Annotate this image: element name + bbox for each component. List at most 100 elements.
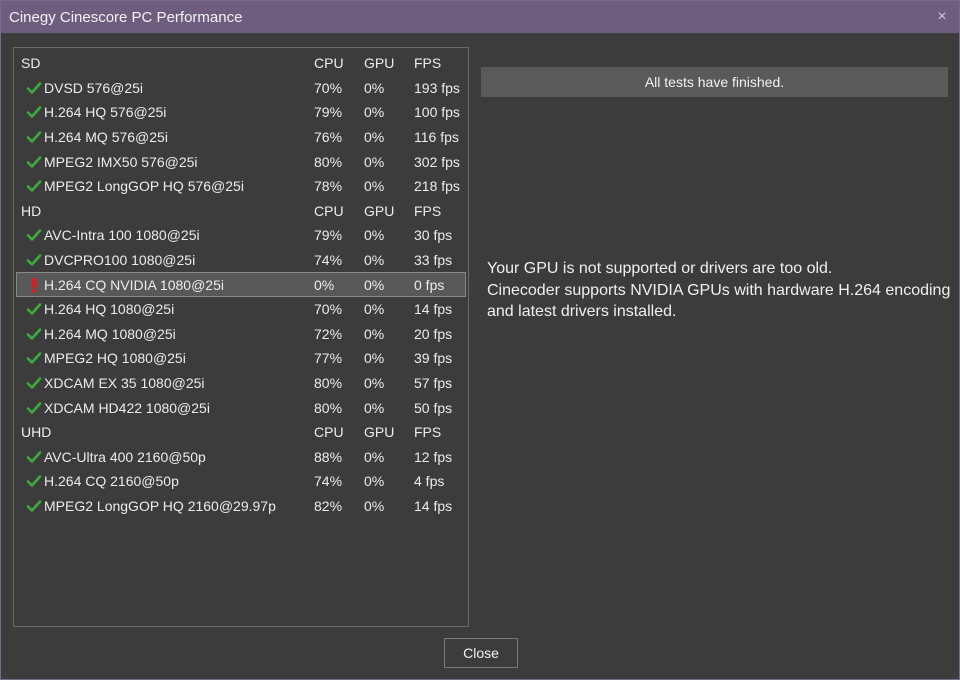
test-name: H.264 CQ NVIDIA 1080@25i (44, 276, 224, 293)
test-name: MPEG2 LongGOP HQ 576@25i (44, 178, 244, 195)
list-item[interactable]: DVSD 576@25i 70% 0% 193 fps (14, 76, 468, 101)
section-header-uhd: UHD CPU GPU FPS (14, 420, 468, 445)
gpu-message-line: and latest drivers installed. (487, 303, 677, 320)
check-icon (26, 80, 42, 96)
check-icon (26, 473, 42, 489)
warning-icon (26, 277, 42, 293)
check-icon (26, 252, 42, 268)
gpu-column-header: GPU (364, 424, 395, 441)
check-icon (26, 129, 42, 145)
gpu-value: 0% (364, 104, 385, 121)
window-title: Cinegy Cinescore PC Performance (9, 8, 243, 26)
cpu-value: 70% (314, 301, 343, 318)
list-item[interactable]: MPEG2 HQ 1080@25i 77% 0% 39 fps (14, 346, 468, 371)
fps-value: 14 fps (414, 301, 453, 318)
cpu-value: 80% (314, 399, 343, 416)
test-name: DVSD 576@25i (44, 79, 144, 96)
test-name: XDCAM EX 35 1080@25i (44, 375, 205, 392)
gpu-message-line: Cinecoder supports NVIDIA GPUs with hard… (487, 281, 951, 299)
cpu-column-header: CPU (314, 55, 344, 72)
gpu-column-header: GPU (364, 55, 395, 72)
section-title: UHD (21, 424, 52, 441)
gpu-value: 0% (364, 350, 385, 367)
fps-column-header: FPS (414, 424, 442, 441)
gpu-value: 0% (364, 448, 385, 465)
status-bar: All tests have finished. (481, 67, 948, 97)
gpu-value: 0% (364, 252, 385, 269)
cpu-value: 80% (314, 375, 343, 392)
gpu-value: 0% (364, 178, 385, 195)
test-name: MPEG2 LongGOP HQ 2160@29.97p (44, 497, 276, 514)
check-icon (26, 326, 42, 342)
cpu-column-header: CPU (314, 424, 344, 441)
list-item[interactable]: H.264 HQ 1080@25i 70% 0% 14 fps (14, 297, 468, 322)
gpu-value: 0% (364, 129, 385, 146)
fps-value: 4 fps (414, 473, 445, 490)
section-header-sd: SD CPU GPU FPS (14, 51, 468, 76)
check-icon (26, 301, 42, 317)
gpu-value: 0% (364, 399, 385, 416)
fps-value: 14 fps (414, 497, 453, 514)
check-icon (26, 227, 42, 243)
list-item[interactable]: DVCPRO100 1080@25i 74% 0% 33 fps (14, 248, 468, 273)
list-item[interactable]: MPEG2 IMX50 576@25i 80% 0% 302 fps (14, 149, 468, 174)
gpu-value: 0% (364, 325, 385, 342)
performance-window: Cinegy Cinescore PC Performance × SD CPU G… (0, 0, 960, 680)
gpu-value: 0% (364, 79, 385, 96)
cpu-value: 82% (314, 497, 343, 514)
cpu-value: 70% (314, 79, 343, 96)
fps-value: 12 fps (414, 448, 453, 465)
list-item[interactable]: H.264 MQ 576@25i 76% 0% 116 fps (14, 125, 468, 150)
cpu-value: 79% (314, 104, 343, 121)
list-item[interactable]: AVC-Ultra 400 2160@50p 88% 0% 12 fps (14, 445, 468, 470)
fps-value: 50 fps (414, 399, 453, 416)
check-icon (26, 154, 42, 170)
cpu-value: 0% (314, 276, 335, 293)
fps-value: 39 fps (414, 350, 453, 367)
gpu-value: 0% (364, 227, 385, 244)
check-icon (26, 104, 42, 120)
test-name: H.264 CQ 2160@50p (44, 473, 179, 490)
gpu-value: 0% (364, 375, 385, 392)
list-item[interactable]: XDCAM HD422 1080@25i 80% 0% 50 fps (14, 395, 468, 420)
results-list[interactable]: SD CPU GPU FPS DVSD 576@25i 70% 0% 193 fps H.264… (13, 47, 469, 627)
test-name: MPEG2 IMX50 576@25i (44, 153, 198, 170)
fps-value: 100 fps (414, 104, 460, 121)
fps-column-header: FPS (414, 55, 442, 72)
gpu-value: 0% (364, 473, 385, 490)
section-title: SD (21, 55, 41, 72)
section-header-hd: HD CPU GPU FPS (14, 199, 468, 224)
cpu-value: 88% (314, 448, 343, 465)
gpu-column-header: GPU (364, 202, 395, 219)
test-name: H.264 MQ 1080@25i (44, 325, 176, 342)
cpu-value: 74% (314, 252, 343, 269)
list-item[interactable]: AVC-Intra 100 1080@25i 79% 0% 30 fps (14, 223, 468, 248)
cpu-value: 79% (314, 227, 343, 244)
test-name: AVC-Ultra 400 2160@50p (44, 448, 206, 465)
cpu-value: 74% (314, 473, 343, 490)
cpu-value: 76% (314, 129, 343, 146)
check-icon (26, 498, 42, 514)
gpu-value: 0% (364, 153, 385, 170)
list-item[interactable]: H.264 HQ 576@25i 79% 0% 100 fps (14, 100, 468, 125)
close-button[interactable]: Close (444, 638, 518, 668)
cpu-value: 72% (314, 325, 343, 342)
test-name: H.264 HQ 576@25i (44, 104, 167, 121)
cpu-column-header: CPU (314, 202, 344, 219)
gpu-message: Your GPU is not supported or drivers are… (487, 258, 951, 323)
list-item[interactable]: H.264 CQ 2160@50p 74% 0% 4 fps (14, 469, 468, 494)
list-item[interactable]: MPEG2 LongGOP HQ 2160@29.97p 82% 0% 14 fps (14, 494, 468, 519)
test-name: H.264 MQ 576@25i (44, 129, 168, 146)
fps-value: 302 fps (414, 153, 460, 170)
list-item[interactable]: H.264 MQ 1080@25i 72% 0% 20 fps (14, 322, 468, 347)
list-item[interactable]: XDCAM EX 35 1080@25i 80% 0% 57 fps (14, 371, 468, 396)
gpu-message-line: Your GPU is not supported or drivers are… (487, 260, 833, 277)
title-bar[interactable]: Cinegy Cinescore PC Performance × (1, 1, 959, 33)
list-item[interactable]: MPEG2 LongGOP HQ 576@25i 78% 0% 218 fps (14, 174, 468, 199)
cpu-value: 80% (314, 153, 343, 170)
check-icon (26, 449, 42, 465)
cpu-value: 78% (314, 178, 343, 195)
list-item[interactable]: H.264 CQ NVIDIA 1080@25i 0% 0% 0 fps (16, 272, 466, 297)
test-name: MPEG2 HQ 1080@25i (44, 350, 186, 367)
window-close-icon[interactable]: × (933, 8, 951, 26)
